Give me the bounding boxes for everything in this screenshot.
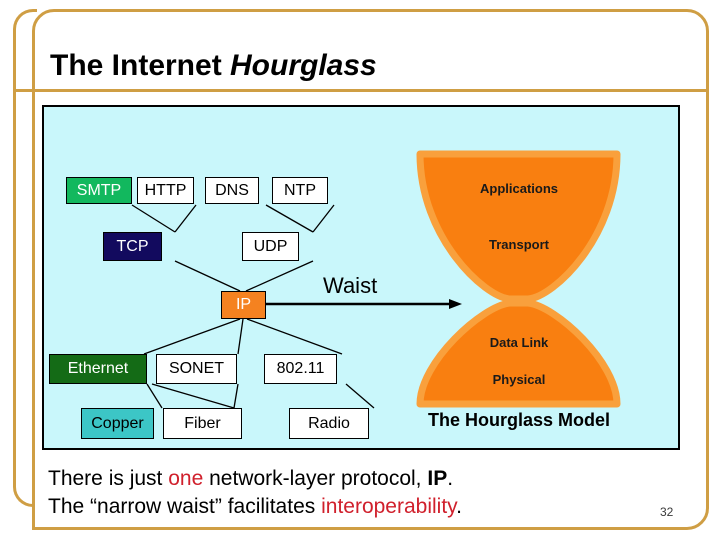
protocol-box-copper[interactable]: Copper [81, 408, 154, 439]
hourglass-bottom-shape [416, 299, 621, 408]
caption-emphasis-interop: interoperability [321, 495, 457, 518]
slide-title-rule [14, 89, 708, 92]
protocol-box-80211[interactable]: 802.11 [264, 354, 337, 384]
slide-caption: There is just one network-layer protocol… [48, 465, 462, 521]
page-title: The Internet Hourglass [50, 49, 377, 83]
diagram-panel: SMTP HTTP DNS NTP TCP UDP IP Ethernet SO… [42, 105, 680, 450]
page-title-plain: The Internet [50, 49, 231, 82]
protocol-box-ntp[interactable]: NTP [272, 177, 328, 204]
caption-text-2a: The “narrow waist” facilitates [48, 495, 322, 518]
waist-label: Waist [323, 273, 378, 298]
protocol-box-smtp[interactable]: SMTP [66, 177, 132, 204]
hourglass-layer-applications: Applications [479, 181, 558, 196]
protocol-box-tcp[interactable]: TCP [103, 232, 162, 261]
caption-text-1e: . [447, 467, 454, 490]
protocol-box-fiber[interactable]: Fiber [163, 408, 242, 439]
protocol-box-sonet[interactable]: SONET [156, 354, 237, 384]
caption-line-1: There is just one network-layer protocol… [48, 465, 462, 493]
caption-text-1c: network-layer protocol, [203, 467, 428, 490]
caption-line-2: The “narrow waist” facilitates interoper… [48, 493, 462, 521]
hourglass-layer-datalink: Data Link [489, 335, 549, 350]
page-number: 32 [660, 505, 674, 519]
hourglass-model-caption: The Hourglass Model [427, 410, 611, 430]
caption-text-1a: There is just [48, 467, 169, 490]
slide-frame-left-bar [13, 30, 35, 507]
slide-root: The Internet Hourglass SMTP HTTP DNS NTP… [0, 0, 720, 540]
protocol-box-ip[interactable]: IP [221, 291, 266, 319]
protocol-box-dns[interactable]: DNS [205, 177, 259, 204]
caption-emphasis-one: one [168, 467, 204, 490]
protocol-box-http[interactable]: HTTP [137, 177, 194, 204]
hourglass-layer-physical: Physical [492, 372, 546, 387]
hourglass-layer-transport: Transport [489, 237, 549, 252]
caption-emphasis-ip: IP [427, 467, 448, 490]
protocol-box-ethernet[interactable]: Ethernet [49, 354, 147, 384]
hourglass-top-shape [416, 150, 621, 303]
waist-arrow [240, 299, 462, 309]
protocol-box-radio[interactable]: Radio [289, 408, 369, 439]
caption-text-2c: . [456, 495, 462, 518]
page-title-italic: Hourglass [230, 49, 377, 82]
slide-frame-corner [13, 9, 37, 35]
protocol-box-udp[interactable]: UDP [242, 232, 299, 261]
